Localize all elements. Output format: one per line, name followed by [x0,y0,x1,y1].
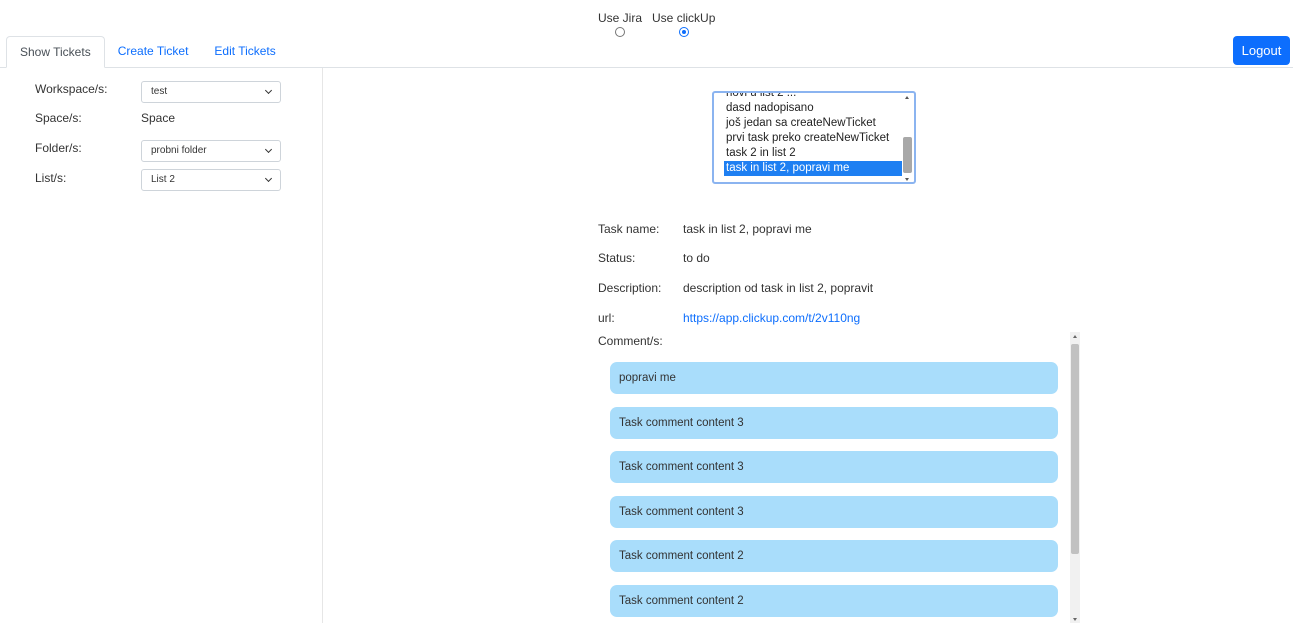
use-jira-label: Use Jira [598,11,643,25]
app-root: Use Jira Use clickUp Show Tickets Create… [0,0,1293,623]
workspace-value: test [151,86,168,97]
chevron-down-icon [264,145,273,153]
list-row: List/s: List 2 [35,167,281,191]
description-value: description od task in list 2, popravit [683,281,874,295]
description-row: Description: description od task in list… [598,279,873,297]
list-label: List/s: [35,171,67,185]
comment-item: popravi me [610,362,1058,394]
tab-bar: Show Tickets Create Ticket Edit Tickets [6,36,289,68]
task-listbox[interactable]: novi u list 2 ... dasd nadopisano još je… [712,91,916,184]
scroll-up-icon[interactable] [1073,335,1077,338]
tab-create-ticket[interactable]: Create Ticket [105,36,202,68]
use-jira-option[interactable]: Use Jira [598,11,642,37]
folder-select[interactable]: probni folder [141,139,281,162]
use-clickup-radio[interactable] [678,27,689,37]
comment-item: Task comment content 2 [610,540,1058,572]
folder-row: Folder/s: probni folder [35,137,281,162]
space-label: Space/s: [35,111,82,125]
logout-button[interactable]: Logout [1233,36,1290,65]
workspace-label: Workspace/s: [35,82,108,96]
task-option[interactable]: dasd nadopisano [724,101,902,116]
comment-item: Task comment content 2 [610,584,1058,617]
scrollbar-thumb[interactable] [903,137,912,173]
task-option[interactable]: novi u list 2 ... [724,93,902,101]
space-value: Space [141,111,176,125]
service-toggle: Use Jira Use clickUp [598,11,715,37]
workspace-row: Workspace/s: test [35,78,281,103]
use-clickup-option[interactable]: Use clickUp [652,11,715,37]
status-label: Status: [598,251,636,265]
scroll-up-icon[interactable] [905,96,909,99]
task-listbox-scrollbar[interactable] [903,95,912,181]
folder-value: probni folder [151,145,207,156]
comments-scrollbar[interactable] [1070,332,1080,623]
scroll-down-icon[interactable] [905,178,909,181]
tab-edit-tickets[interactable]: Edit Tickets [201,36,288,68]
task-url-link[interactable]: https://app.clickup.com/t/2v110ng [683,309,860,327]
scroll-down-icon[interactable] [1073,618,1077,621]
task-option-selected[interactable]: task in list 2, popravi me [724,161,902,176]
use-clickup-label: Use clickUp [652,11,716,25]
status-row: Status: to do [598,249,710,267]
comment-item: Task comment content 3 [610,495,1058,528]
comments-header: Comment/s: [598,332,663,350]
use-jira-radio[interactable] [615,27,625,37]
scrollbar-thumb[interactable] [1071,344,1079,554]
description-label: Description: [598,281,662,295]
url-row: url: https://app.clickup.com/t/2v110ng [598,309,860,327]
comment-item: Task comment content 3 [610,406,1058,439]
tab-show-tickets[interactable]: Show Tickets [6,36,105,68]
task-name-value: task in list 2, popravi me [683,222,812,236]
task-name-row: Task name: task in list 2, popravi me [598,220,812,238]
space-row: Space/s: Space [35,107,175,129]
folder-label: Folder/s: [35,141,82,155]
status-value: to do [683,251,710,265]
list-value: List 2 [151,174,175,185]
task-option[interactable]: još jedan sa createNewTicket [724,116,902,131]
workspace-select[interactable]: test [141,80,281,103]
comments-label: Comment/s: [598,334,663,348]
comments-section: Comment/s: popravi me Task comment conte… [598,332,1082,623]
chevron-down-icon [264,174,273,182]
task-option[interactable]: prvi task preko createNewTicket [724,131,902,146]
comment-item: Task comment content 3 [610,451,1058,483]
task-option[interactable]: task 2 in list 2 [724,146,902,161]
url-label: url: [598,311,615,325]
task-name-label: Task name: [598,222,660,236]
chevron-down-icon [264,86,273,94]
list-select[interactable]: List 2 [141,168,281,191]
task-listbox-items: novi u list 2 ... dasd nadopisano još je… [724,93,902,176]
comments-list: popravi me Task comment content 3 Task c… [610,362,1058,623]
